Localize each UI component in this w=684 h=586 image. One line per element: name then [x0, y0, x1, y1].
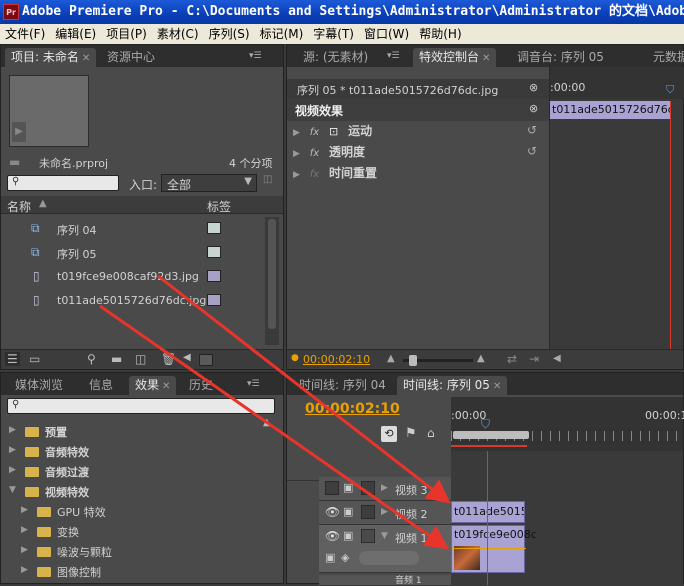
- arrow-clip2-to-v1: [99, 304, 449, 550]
- arrow-clip1-to-v2: [157, 274, 451, 504]
- annotation-arrows: [99, 274, 451, 550]
